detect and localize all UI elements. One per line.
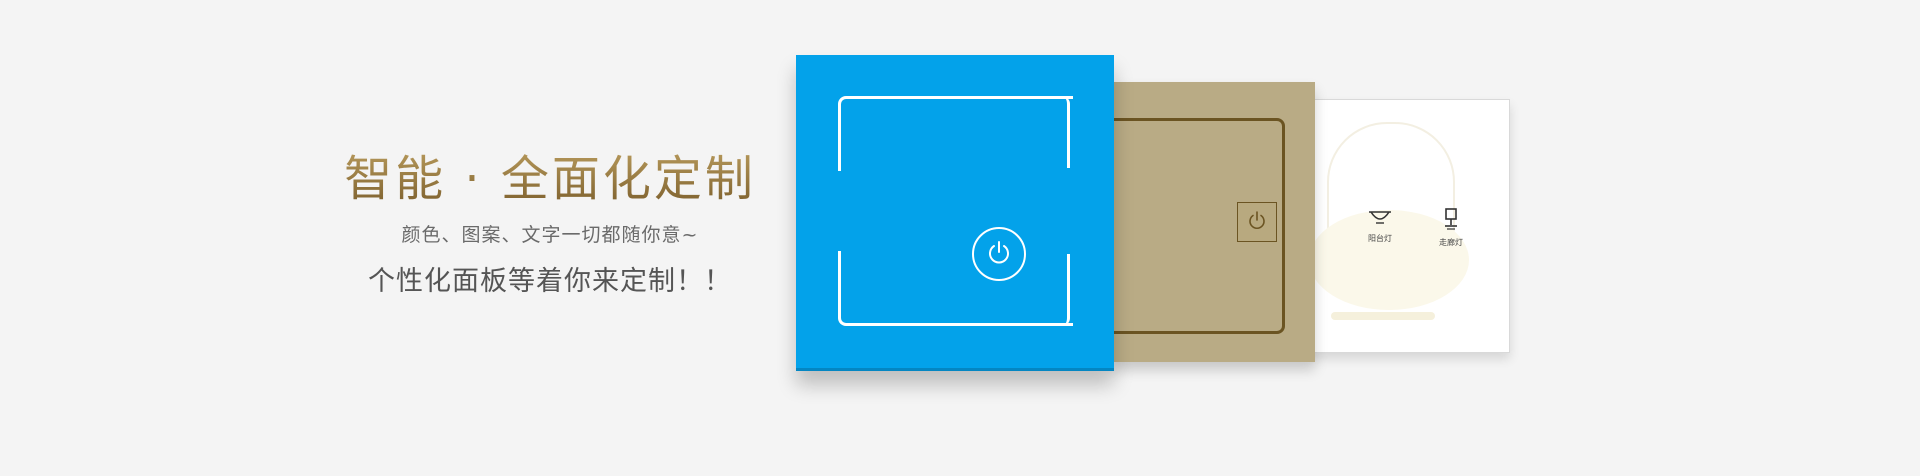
frame-right-bottom: [1057, 254, 1070, 326]
hero-copy: 智能 · 全面化定制 颜色、图案、文字一切都随你意~ 个性化面板等着你来定制！！: [340, 148, 760, 298]
gold-power-button[interactable]: [1237, 202, 1277, 242]
hero-tagline: 个性化面板等着你来定制！！: [368, 266, 732, 297]
hero-banner: 智能 · 全面化定制 颜色、图案、文字一切都随你意~ 个性化面板等着你来定制！！…: [0, 0, 1920, 476]
hero-subline: 颜色、图案、文字一切都随你意~: [401, 224, 699, 246]
hero-headline: 智能 · 全面化定制: [340, 148, 760, 210]
gold-switch-panel: [1110, 82, 1315, 362]
frame-right-top: [1057, 96, 1070, 168]
power-icon: [985, 238, 1013, 270]
desk-lamp-icon: [1421, 208, 1481, 235]
switch-corridor-light[interactable]: 走廊灯: [1421, 208, 1481, 248]
switch-label: 阳台灯: [1368, 234, 1392, 243]
ceiling-lamp-icon: [1350, 208, 1410, 231]
frame-top: [838, 96, 1073, 171]
switch-label: 走廊灯: [1439, 238, 1463, 247]
blue-switch-panel: [796, 55, 1114, 371]
power-icon: [1246, 209, 1268, 235]
panel-pattern-base: [1331, 312, 1435, 320]
blue-power-button[interactable]: [972, 227, 1026, 281]
frame-bottom: [838, 251, 1073, 326]
white-switch-panel: 阳台灯 走廊灯: [1308, 99, 1510, 353]
switch-balcony-light[interactable]: 阳台灯: [1350, 208, 1410, 244]
panel-frame: [838, 96, 1073, 326]
